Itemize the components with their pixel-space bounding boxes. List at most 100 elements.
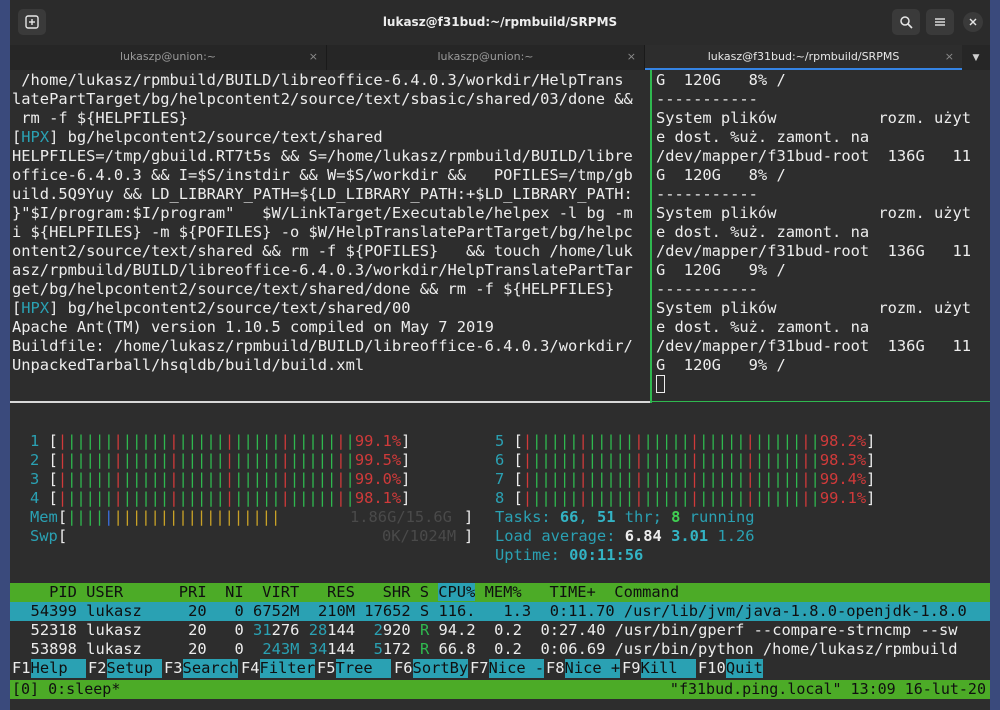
fkey-f9[interactable]: F9Kill — [622, 659, 697, 678]
load-15m: 1.26 — [717, 527, 755, 545]
terminal-content[interactable]: /home/lukasz/rpmbuild/BUILD/libreoffice-… — [10, 70, 990, 710]
ni: 0 — [234, 602, 244, 620]
shr-high: 5 — [373, 640, 383, 658]
cpu-percent: 99.4% — [819, 470, 867, 488]
fkey-f10[interactable]: F10Quit — [698, 659, 763, 678]
output-line: [HPX] bg/helpcontent2/source/text/shared — [12, 128, 383, 146]
swp-meter: Swp[ — [30, 527, 68, 545]
fkey-f4[interactable]: F4Filter — [241, 659, 316, 678]
shr-low: 172 — [382, 640, 411, 658]
pane-divider-horizontal[interactable] — [10, 401, 650, 403]
df-output-pane[interactable]: G 120G 8% / ----------- System plików ro… — [654, 70, 990, 403]
fkey-label: Kill — [640, 659, 697, 678]
fkey-f8[interactable]: F8Nice + — [546, 659, 621, 678]
user: lukasz — [86, 621, 142, 639]
pane-divider[interactable] — [650, 70, 652, 403]
fkey-label: Tree — [335, 659, 392, 678]
fkey-f5[interactable]: F5Tree — [317, 659, 392, 678]
output-line: }"$I/program:$I/program" $W/LinkTarget/E… — [12, 204, 633, 222]
output-line: Buildfile: /home/lukasz/rpmbuild/BUILD/l… — [12, 337, 633, 355]
cpu-percent: 99.1% — [819, 489, 867, 507]
output-line: /home/lukasz/rpmbuild/BUILD/libreoffice-… — [12, 71, 624, 89]
fkey-f6[interactable]: F6SortBy — [394, 659, 469, 678]
tab-list-dropdown-icon[interactable]: ▼ — [962, 45, 990, 70]
fkey-label: SortBy — [412, 659, 469, 678]
close-icon — [969, 18, 977, 26]
fkey-f2[interactable]: F2Setup — [88, 659, 163, 678]
tmux-status-bar: [0] 0:sleep* "f31bud.ping.local" 13:09 1… — [10, 680, 990, 699]
tab-label: lukasz@f31bud:~/rpmbuild/SRPMS — [707, 50, 900, 63]
tab-close-icon[interactable]: × — [309, 45, 318, 69]
tab-f31bud-active[interactable]: lukasz@f31bud:~/rpmbuild/SRPMS × — [644, 45, 962, 70]
cpu-usage-bar: |||||||||||||||||||||||||||||||| — [57, 451, 355, 469]
cpu-percent: 99.1% — [354, 432, 402, 450]
shr-high: 2 — [373, 621, 383, 639]
time: 0:06.69 — [540, 640, 606, 658]
threads-count: 51 — [596, 508, 616, 526]
uptime-label: Uptime: — [495, 546, 570, 564]
fkey-f3[interactable]: F3Search — [164, 659, 239, 678]
fkey-f1[interactable]: F1Help — [12, 659, 87, 678]
fkey-f7[interactable]: F7Nice - — [470, 659, 545, 678]
pane-divider-horizontal-right[interactable] — [652, 401, 990, 402]
terminal-cursor — [656, 375, 665, 393]
res: 210M — [317, 602, 356, 620]
tasks-label: Tasks: — [495, 508, 560, 526]
tab-close-icon[interactable]: × — [627, 45, 636, 69]
fkey-key: F4 — [241, 659, 260, 677]
cpu-id: 2 — [30, 451, 40, 469]
virt: 243M — [262, 640, 300, 658]
time: 0:27.40 — [540, 621, 606, 639]
new-tab-button[interactable] — [18, 9, 46, 35]
menu-button[interactable] — [926, 9, 954, 35]
process-row[interactable]: 52318 lukasz 20 0 31276 28144 2920 R 94.… — [12, 621, 958, 640]
shr: 17652 — [364, 602, 411, 620]
search-button[interactable] — [892, 9, 920, 35]
res-high: 28 — [308, 621, 328, 639]
df-line: G 120G 8% / — [656, 166, 786, 184]
df-line: /dev/mapper/f31bud-root 136G 11 — [656, 337, 972, 355]
pri: 20 — [188, 640, 207, 658]
tab-label: lukaszp@union:~ — [119, 50, 217, 63]
pid: 52318 — [30, 621, 77, 639]
tab-union-1[interactable]: lukaszp@union:~ × — [10, 45, 326, 70]
cpu-meter-6: 6 [||||||||||||||||||||||||||||||||98.3%… — [495, 451, 876, 469]
fkey-label: Quit — [725, 659, 763, 678]
res-low: 144 — [327, 640, 356, 658]
df-line: /dev/mapper/f31bud-root 136G 11 — [656, 242, 972, 260]
cpu-percent: 98.1% — [354, 489, 402, 507]
output-text: bg/helpcontent2/source/text/shared/00 — [58, 299, 411, 317]
cpu-id: 4 — [30, 489, 40, 507]
fkey-label: Nice - — [488, 659, 545, 678]
build-output-pane[interactable]: /home/lukasz/rpmbuild/BUILD/libreoffice-… — [10, 70, 650, 403]
cpu-percent: 98.2% — [819, 432, 867, 450]
cpu-id: 8 — [495, 489, 505, 507]
header-cpu-sorted[interactable]: CPU% — [438, 583, 476, 601]
process-row[interactable]: 53898 lukasz 20 0 243M 34144 5172 R 66.8… — [12, 640, 958, 659]
output-text: bg/helpcontent2/source/text/shared — [58, 128, 383, 146]
fkey-key: F6 — [394, 659, 413, 677]
cpu-id: 5 — [495, 432, 505, 450]
hpx-tag: HPX — [21, 128, 50, 146]
cpu: 66.8 — [438, 640, 476, 658]
tab-close-icon[interactable]: × — [945, 45, 954, 69]
output-line: latePartTarget/bg/helpcontent2/source/te… — [12, 90, 633, 108]
process-row-selected[interactable]: 54399 lukasz 20 0 6752M 210M 17652 S 116… — [10, 602, 990, 621]
virt-low: 276 — [271, 621, 300, 639]
swp-bracket: ] — [464, 527, 474, 545]
command: /usr/bin/gperf --compare-strncmp --sw — [614, 621, 958, 639]
tab-union-2[interactable]: lukaszp@union:~ × — [326, 45, 644, 70]
cpu-id: 6 — [495, 451, 505, 469]
df-line: System plików rozm. użyt — [656, 299, 972, 317]
output-line: Apache Ant(TM) version 1.10.5 compiled o… — [12, 318, 494, 336]
cpu-id: 7 — [495, 470, 505, 488]
tmux-window-list[interactable]: [0] 0:sleep* — [12, 680, 120, 699]
cpu-usage-bar: |||||||||||||||||||||||||||||||| — [522, 470, 820, 488]
fkey-key: F3 — [164, 659, 183, 677]
df-line: ----------- — [656, 280, 758, 298]
new-tab-icon — [25, 15, 39, 29]
close-window-button[interactable] — [963, 12, 983, 32]
cpu-meter-1: 1 [||||||||||||||||||||||||||||||||99.1%… — [30, 432, 411, 450]
process-table-header[interactable]: PID USER PRI NI VIRT RES SHR S CPU% MEM%… — [10, 583, 990, 602]
cpu-meter-3: 3 [||||||||||||||||||||||||||||||||99.0%… — [30, 470, 411, 488]
